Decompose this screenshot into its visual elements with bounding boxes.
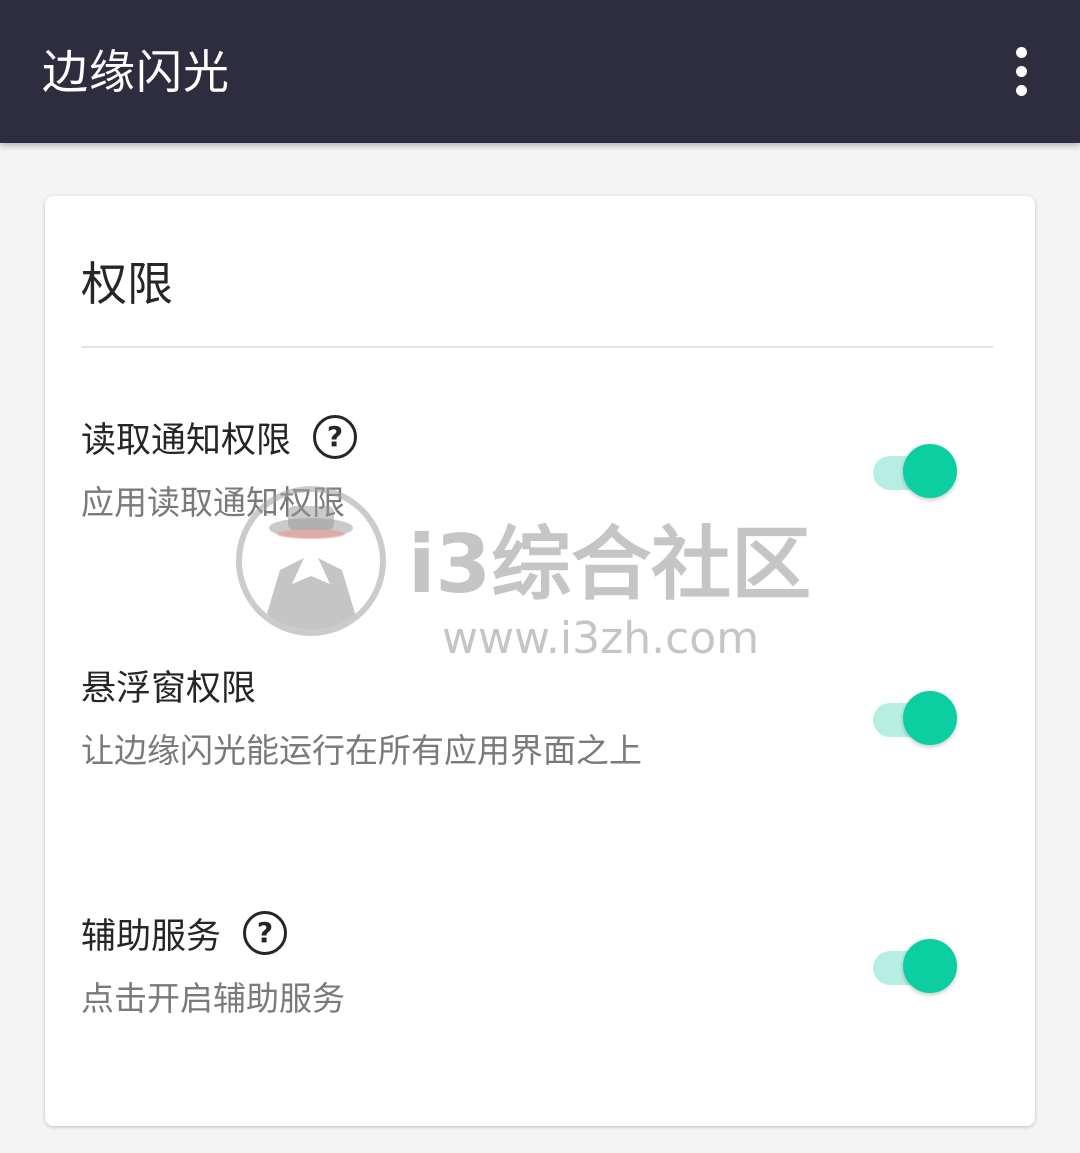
overflow-dot — [1016, 85, 1027, 96]
permissions-card: 权限 读取通知权限 ? 应用读取通知权限 悬浮窗权限 让边缘闪光能运行在所有应用… — [45, 196, 1035, 1126]
divider — [81, 346, 993, 348]
permission-title: 悬浮窗权限 — [81, 657, 256, 713]
accessibility-service-switch[interactable] — [871, 939, 959, 997]
overflow-dot — [1016, 47, 1027, 58]
help-icon[interactable]: ? — [313, 415, 358, 459]
permission-row-notification[interactable]: 读取通知权限 ? 应用读取通知权限 — [45, 409, 1035, 569]
switch-thumb — [903, 444, 957, 498]
permission-title-text: 悬浮窗权限 — [81, 668, 257, 709]
permission-subtitle: 点击开启辅助服务 — [81, 979, 345, 1018]
help-icon[interactable]: ? — [243, 911, 288, 955]
permission-title-text: 读取通知权限 — [81, 420, 292, 461]
app-title: 边缘闪光 — [42, 45, 230, 99]
overlay-permission-switch[interactable] — [871, 691, 959, 749]
more-vert-icon[interactable] — [996, 44, 1048, 100]
permission-row-overlay[interactable]: 悬浮窗权限 让边缘闪光能运行在所有应用界面之上 — [45, 657, 1035, 817]
switch-thumb — [903, 691, 957, 745]
overflow-dot — [1016, 66, 1027, 77]
permission-subtitle: 让边缘闪光能运行在所有应用界面之上 — [81, 731, 642, 770]
app-bar: 边缘闪光 — [0, 0, 1080, 143]
permission-row-accessibility[interactable]: 辅助服务 ? 点击开启辅助服务 — [45, 905, 1035, 1065]
switch-thumb — [903, 939, 957, 993]
notification-permission-switch[interactable] — [871, 444, 959, 502]
permission-title: 辅助服务 ? — [81, 905, 288, 961]
permission-title-text: 辅助服务 — [81, 916, 222, 957]
permission-title: 读取通知权限 ? — [81, 409, 358, 465]
permission-subtitle: 应用读取通知权限 — [81, 483, 345, 522]
card-title: 权限 — [81, 257, 173, 311]
